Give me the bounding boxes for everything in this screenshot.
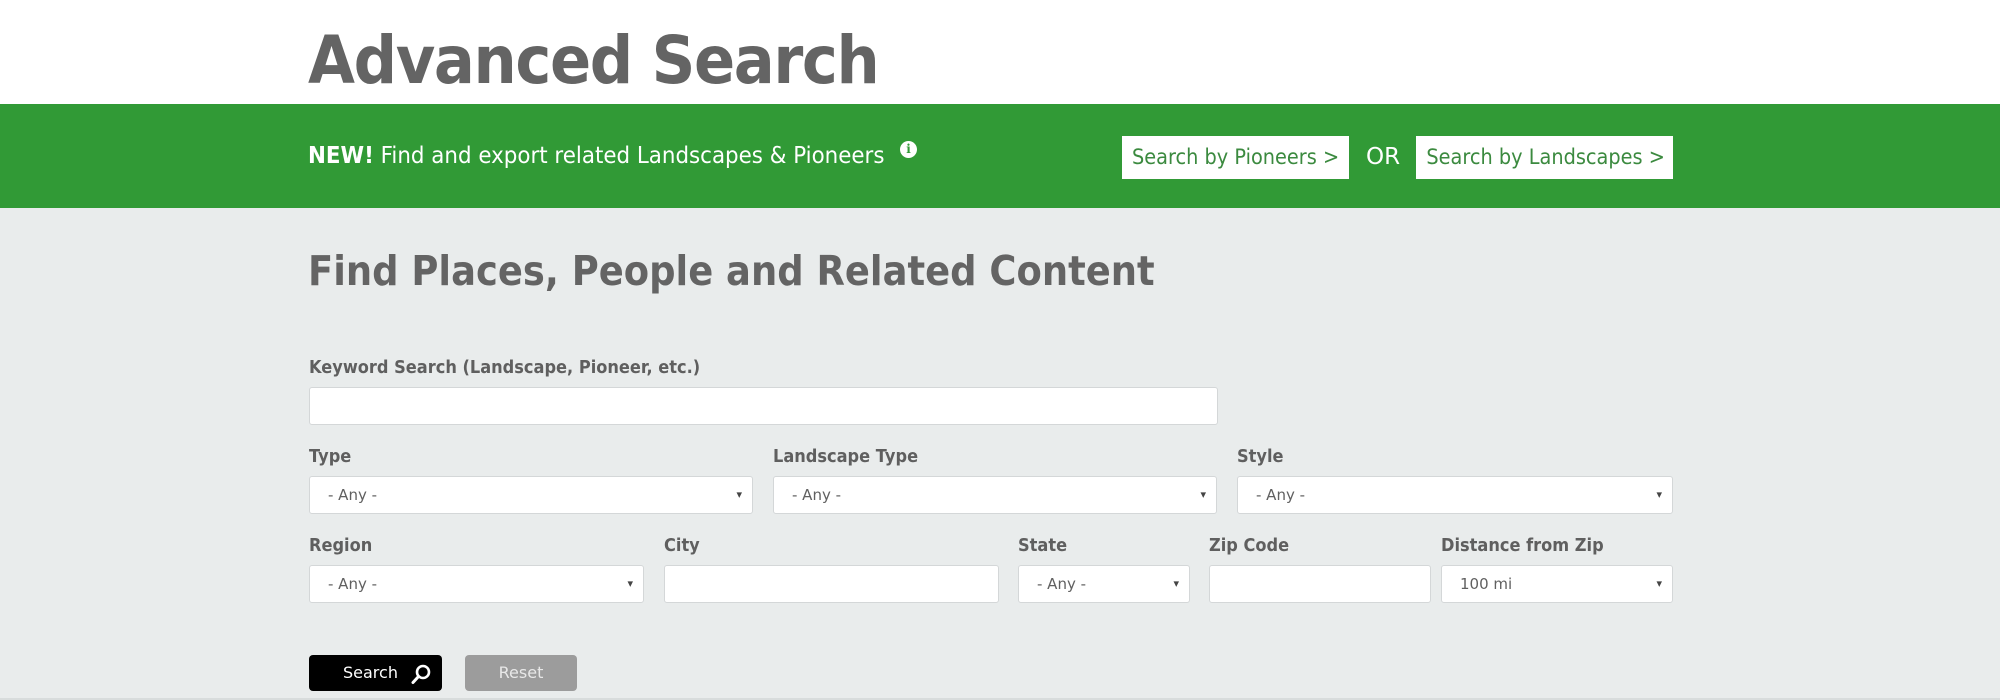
state-select[interactable]: - Any - ▾ [1018,565,1190,603]
reset-button[interactable]: Reset [465,655,577,691]
section-title: Find Places, People and Related Content [308,247,1155,295]
distance-label: Distance from Zip [1441,535,1604,556]
search-by-pioneers-label: Search by Pioneers > [1131,145,1340,169]
city-input[interactable] [664,565,999,603]
region-label: Region [309,535,373,556]
chevron-down-icon: ▾ [1656,577,1662,590]
search-by-landscapes-button[interactable]: Search by Landscapes > [1416,136,1673,179]
landscape-type-select[interactable]: - Any - ▾ [773,476,1217,514]
keyword-label: Keyword Search (Landscape, Pioneer, etc.… [309,357,701,378]
search-button[interactable]: Search [309,655,442,691]
region-select[interactable]: - Any - ▾ [309,565,644,603]
or-separator: OR [1366,144,1401,170]
state-value: - Any - [1037,575,1087,593]
distance-value: 100 mi [1460,575,1513,593]
search-icon [411,664,431,684]
style-value: - Any - [1256,486,1306,504]
page-header: Advanced Search [0,0,2000,104]
chevron-down-icon: ▾ [627,577,633,590]
keyword-input[interactable] [309,387,1218,425]
info-icon[interactable]: i [900,141,917,158]
page-title: Advanced Search [308,22,880,99]
search-by-pioneers-button[interactable]: Search by Pioneers > [1122,136,1349,179]
zip-code-label: Zip Code [1209,535,1290,556]
chevron-down-icon: ▾ [1200,488,1206,501]
chevron-down-icon: ▾ [736,488,742,501]
region-value: - Any - [328,575,378,593]
state-label: State [1018,535,1068,556]
style-label: Style [1237,446,1284,467]
banner-text: Find and export related Landscapes & Pio… [380,143,885,169]
chevron-down-icon: ▾ [1173,577,1179,590]
chevron-down-icon: ▾ [1656,488,1662,501]
type-label: Type [309,446,352,467]
new-badge: NEW! [308,143,374,169]
search-button-label: Search [343,663,398,682]
type-value: - Any - [328,486,378,504]
distance-select[interactable]: 100 mi ▾ [1441,565,1673,603]
city-label: City [664,535,700,556]
style-select[interactable]: - Any - ▾ [1237,476,1673,514]
promo-banner [0,104,2000,208]
banner-message: NEW! Find and export related Landscapes … [308,141,884,171]
search-by-landscapes-label: Search by Landscapes > [1426,145,1665,169]
landscape-type-value: - Any - [792,486,842,504]
zip-code-input[interactable] [1209,565,1431,603]
landscape-type-label: Landscape Type [773,446,919,467]
type-select[interactable]: - Any - ▾ [309,476,753,514]
